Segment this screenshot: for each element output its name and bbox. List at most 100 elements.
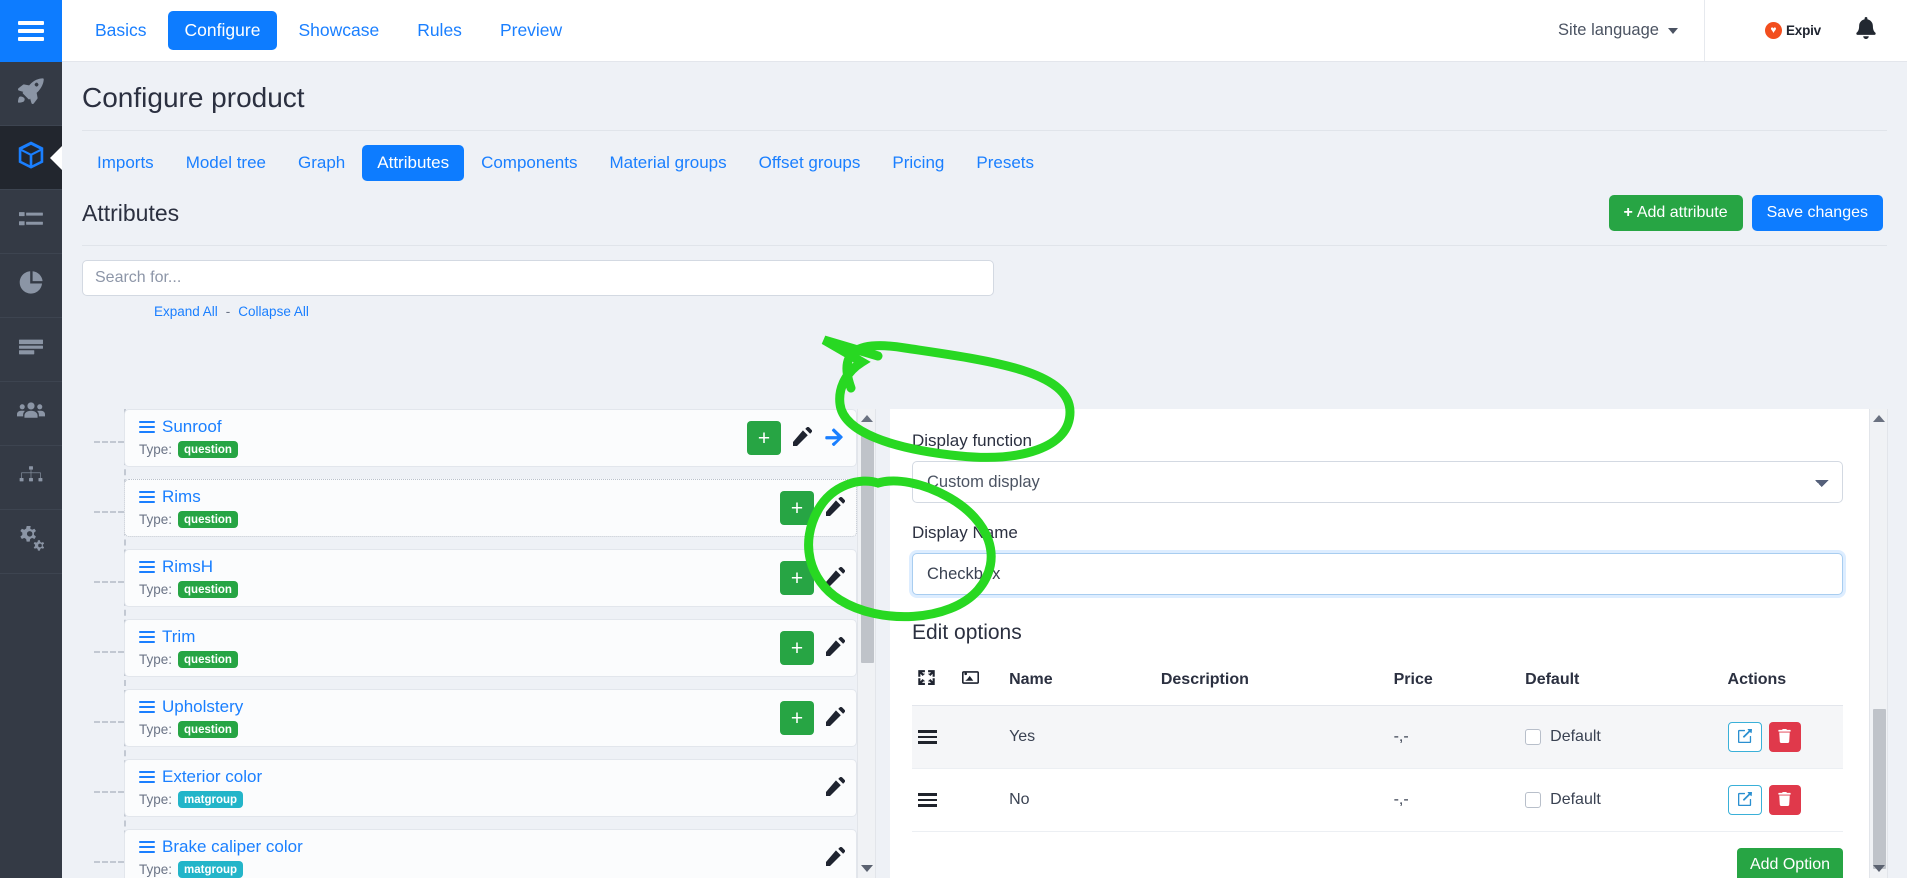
edit-attribute-button[interactable] [826, 777, 845, 799]
drag-handle-icon[interactable] [139, 558, 155, 576]
default-checkbox-wrap[interactable]: Default [1525, 791, 1715, 809]
display-function-select[interactable]: Custom display [912, 461, 1843, 503]
drag-handle-icon[interactable] [139, 838, 155, 856]
topnav-item-basics[interactable]: Basics [78, 11, 164, 50]
rail-item-settings[interactable] [0, 510, 62, 574]
type-label: Type: [139, 652, 173, 667]
edit-attribute-button[interactable] [826, 637, 845, 659]
add-child-button[interactable]: + [780, 701, 814, 735]
topnav-item-configure[interactable]: Configure [167, 11, 278, 50]
hamburger-menu-icon[interactable] [0, 0, 62, 62]
rail-item-list[interactable] [0, 190, 62, 254]
table-row[interactable]: Yes -,- Default [912, 705, 1843, 769]
type-label: Type: [139, 512, 173, 527]
default-checkbox[interactable] [1525, 792, 1542, 808]
tab-attributes[interactable]: Attributes [362, 145, 465, 181]
tab-pricing[interactable]: Pricing [877, 145, 959, 181]
edit-attribute-button[interactable] [826, 567, 845, 589]
topnav-item-rules[interactable]: Rules [400, 11, 479, 50]
attribute-card-brake-caliper-color[interactable]: Brake caliper color Type: matgroup [124, 829, 857, 878]
topnav-item-showcase[interactable]: Showcase [281, 11, 396, 50]
attribute-type-row: Type: matgroup [139, 791, 846, 808]
type-badge: question [178, 511, 238, 528]
rail-item-users[interactable] [0, 382, 62, 446]
row-drag-cell[interactable] [912, 705, 955, 769]
default-checkbox-wrap[interactable]: Default [1525, 728, 1715, 746]
scroll-up-arrow-icon[interactable] [1872, 415, 1885, 422]
tab-offset-groups[interactable]: Offset groups [744, 145, 876, 181]
scrollbar-thumb[interactable] [1873, 709, 1886, 869]
add-option-button[interactable]: Add Option [1736, 848, 1843, 878]
goto-attribute-button[interactable] [824, 426, 845, 450]
edit-attribute-button[interactable] [793, 427, 812, 449]
edit-attribute-button[interactable] [826, 707, 845, 729]
detail-panel-scrollbar[interactable] [1869, 409, 1888, 878]
pencil-icon [826, 567, 845, 589]
add-attribute-label: Add attribute [1636, 204, 1728, 221]
collapse-all-link[interactable]: Collapse All [238, 304, 309, 319]
drag-handle-icon[interactable] [139, 628, 155, 646]
tab-material-groups[interactable]: Material groups [594, 145, 741, 181]
edit-option-button[interactable] [1727, 722, 1762, 752]
search-input[interactable] [82, 260, 994, 296]
scroll-down-arrow-icon[interactable] [1872, 865, 1885, 872]
scroll-up-arrow-icon[interactable] [860, 415, 873, 422]
row-image-cell[interactable] [954, 768, 1004, 832]
add-child-button[interactable]: + [780, 631, 814, 665]
rail-item-product[interactable] [0, 126, 62, 190]
delete-option-button[interactable] [1768, 785, 1801, 815]
attribute-card-sunroof[interactable]: Sunroof Type: question + [124, 409, 857, 467]
drag-handle-icon[interactable] [139, 768, 155, 786]
add-attribute-button[interactable]: + Add attribute [1608, 195, 1743, 231]
delete-option-button[interactable] [1768, 722, 1801, 752]
tab-model-tree[interactable]: Model tree [171, 145, 281, 181]
edit-option-button[interactable] [1727, 785, 1762, 815]
topnav-item-preview[interactable]: Preview [483, 11, 579, 50]
rail-item-server[interactable] [0, 318, 62, 382]
attribute-name-row: Trim [139, 627, 846, 647]
notifications-button[interactable] [1855, 17, 1907, 44]
save-changes-button[interactable]: Save changes [1751, 195, 1883, 231]
scroll-down-arrow-icon[interactable] [860, 865, 873, 872]
attribute-card-trim[interactable]: Trim Type: question + [124, 619, 857, 677]
section-title: Attributes [82, 199, 180, 226]
brand-logo: ♥ Expiv [1705, 22, 1855, 39]
tree-node: Sunroof Type: question + [94, 409, 857, 467]
rail-item-rocket[interactable] [0, 62, 62, 126]
tab-imports[interactable]: Imports [82, 145, 169, 181]
attribute-card-rimsh[interactable]: RimsH Type: question + [124, 549, 857, 607]
add-child-button[interactable]: + [780, 491, 814, 525]
expand-all-link[interactable]: Expand All [154, 304, 218, 319]
rail-item-sitemap[interactable] [0, 446, 62, 510]
edit-attribute-button[interactable] [826, 847, 845, 869]
attribute-name: Exterior color [162, 767, 263, 786]
drag-handle-icon[interactable] [139, 488, 155, 506]
default-label: Default [1550, 791, 1601, 808]
add-child-button[interactable]: + [780, 561, 814, 595]
tab-components[interactable]: Components [466, 145, 592, 181]
display-name-input[interactable] [912, 553, 1843, 595]
left-icon-rail [0, 0, 62, 878]
tree-scrollbar[interactable] [857, 409, 876, 878]
pie-chart-icon [18, 270, 44, 301]
rail-item-analytics[interactable] [0, 254, 62, 318]
drag-handle-icon[interactable] [139, 418, 155, 436]
site-language-dropdown[interactable]: Site language [1558, 21, 1704, 40]
tab-presets[interactable]: Presets [961, 145, 1049, 181]
tab-graph[interactable]: Graph [283, 145, 360, 181]
drag-handle-icon[interactable] [139, 698, 155, 716]
drag-handle-icon[interactable] [918, 793, 949, 807]
add-child-button[interactable]: + [747, 421, 781, 455]
attribute-card-upholstery[interactable]: Upholstery Type: question + [124, 689, 857, 747]
default-checkbox[interactable] [1525, 729, 1542, 745]
table-row[interactable]: No -,- Default [912, 768, 1843, 832]
type-badge: question [178, 721, 238, 738]
drag-handle-icon[interactable] [918, 730, 949, 744]
attribute-card-rims[interactable]: Rims Type: question + [124, 479, 857, 537]
scrollbar-thumb[interactable] [861, 435, 874, 663]
row-image-cell[interactable] [954, 705, 1004, 769]
row-drag-cell[interactable] [912, 768, 955, 832]
attribute-actions [826, 777, 845, 799]
edit-attribute-button[interactable] [826, 497, 845, 519]
attribute-card-exterior-color[interactable]: Exterior color Type: matgroup [124, 759, 857, 817]
